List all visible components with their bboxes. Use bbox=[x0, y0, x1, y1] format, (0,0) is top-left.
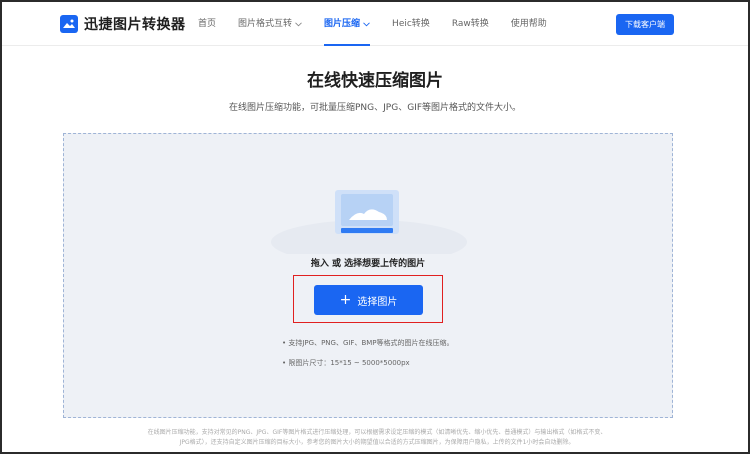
nav-item-label: 使用帮助 bbox=[510, 19, 547, 29]
logo[interactable]: 迅捷图片转换器 bbox=[60, 14, 186, 34]
nav-item-label: 首页 bbox=[198, 19, 217, 29]
nav-item-label: Raw转换 bbox=[451, 19, 489, 29]
top-header: 迅捷图片转换器 首页 图片格式互转 图片压缩 Heic转换 Raw转换 使用帮助… bbox=[2, 2, 748, 46]
page-subtitle: 在线图片压缩功能，可批量压缩PNG、JPG、GIF等图片格式的文件大小。 bbox=[229, 103, 521, 113]
nav-item-label: Heic转换 bbox=[392, 19, 430, 29]
select-image-label: 选择图片 bbox=[357, 296, 398, 308]
nav-item-raw[interactable]: Raw转换 bbox=[452, 2, 489, 46]
footer-line: 在线图片压缩功能，支持对常见的PNG、JPG、GIF等图片格式进行压缩处理，可以… bbox=[147, 429, 607, 436]
chevron-down-icon bbox=[295, 21, 302, 26]
nav-item-format-convert[interactable]: 图片格式互转 bbox=[238, 2, 302, 46]
logo-text: 迅捷图片转换器 bbox=[84, 17, 186, 33]
upload-dropzone[interactable]: 拖入 或 选择想要上传的图片 + 选择图片 • 支持JPG、PNG、GIF、BM… bbox=[63, 133, 673, 418]
download-client-button[interactable]: 下载客户端 bbox=[616, 14, 674, 35]
footer-description: 在线图片压缩功能，支持对常见的PNG、JPG、GIF等图片格式进行压缩处理，可以… bbox=[82, 428, 672, 448]
nav-item-label: 图片格式互转 bbox=[238, 19, 293, 29]
select-image-button[interactable]: + 选择图片 bbox=[314, 285, 423, 315]
hint-formats: • 支持JPG、PNG、GIF、BMP等格式的图片在线压缩。 bbox=[282, 339, 454, 347]
upload-instruction: 拖入 或 选择想要上传的图片 bbox=[310, 259, 426, 269]
image-logo-icon bbox=[60, 15, 78, 33]
hint-size-limit: • 限图片尺寸：15*15 ~ 5000*5000px bbox=[282, 359, 410, 367]
nav-item-home[interactable]: 首页 bbox=[198, 2, 216, 46]
footer-line: JPG格式），还支持自定义图片压缩的目标大小，参考您的图片大小的期望值以合适的方… bbox=[179, 439, 575, 446]
image-upload-illustration-icon bbox=[271, 190, 467, 254]
chevron-down-icon bbox=[363, 21, 370, 26]
page-title: 在线快速压缩图片 bbox=[307, 71, 443, 91]
nav-item-label: 图片压缩 bbox=[324, 19, 361, 29]
upload-hints: • 支持JPG、PNG、GIF、BMP等格式的图片在线压缩。 • 限图片尺寸：1… bbox=[282, 338, 454, 378]
nav-item-heic[interactable]: Heic转换 bbox=[392, 2, 430, 46]
plus-icon: + bbox=[339, 292, 352, 308]
main-nav: 首页 图片格式互转 图片压缩 Heic转换 Raw转换 使用帮助 bbox=[198, 2, 569, 46]
nav-item-compress[interactable]: 图片压缩 bbox=[324, 2, 371, 46]
nav-item-help[interactable]: 使用帮助 bbox=[511, 2, 547, 46]
